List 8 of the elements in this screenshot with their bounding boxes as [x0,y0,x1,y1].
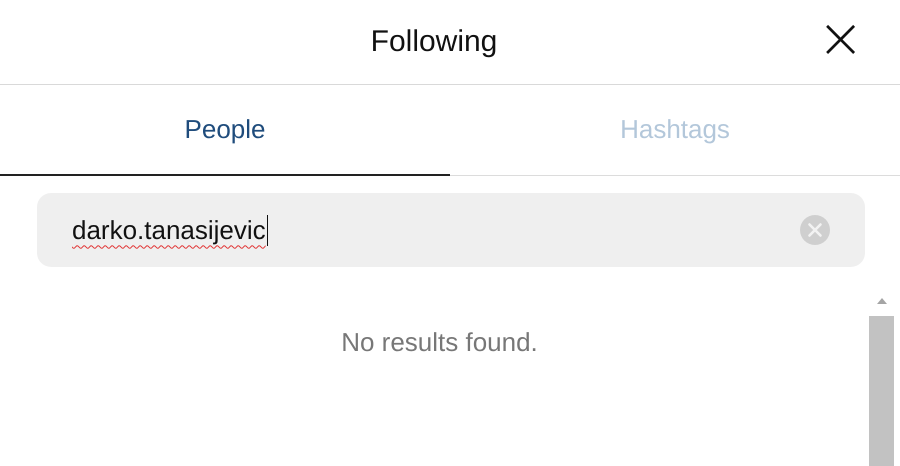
no-results-message: No results found. [341,327,538,358]
clear-icon[interactable] [799,214,831,246]
dialog-title: Following [370,25,498,59]
search-field[interactable]: darko.tanasijevic [37,193,865,267]
search-text: darko.tanasijevic [72,214,268,246]
close-button[interactable]: × [813,19,868,65]
tab[interactable]: People [0,85,450,176]
scrollbar-thumb[interactable] [869,316,894,466]
